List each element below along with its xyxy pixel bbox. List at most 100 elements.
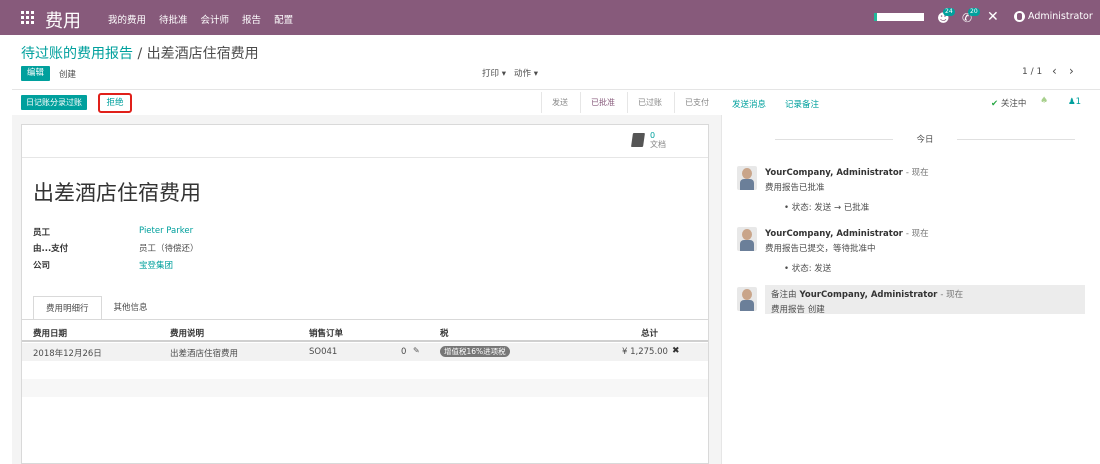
- empty-row: [22, 361, 708, 379]
- top-menu: 我的费用 待批准 会计师 报告 配置: [108, 12, 293, 26]
- menu-my-expenses[interactable]: 我的费用: [108, 12, 146, 26]
- date-separator: 今日: [765, 133, 1085, 145]
- cell-expense-date: 2018年12月26日: [33, 349, 102, 359]
- paid-by-label: 由...支付: [33, 244, 69, 254]
- breadcrumb: 待过账的费用报告 / 出差酒店住宿费用: [21, 43, 259, 63]
- app-brand[interactable]: 费用: [45, 7, 81, 33]
- stage-posted[interactable]: 已过账: [627, 92, 674, 113]
- apps-menu-icon[interactable]: [21, 11, 34, 24]
- activity-icon[interactable]: ✆ 20: [962, 8, 980, 25]
- chatter-actions: 发送消息 记录备注: [732, 98, 819, 110]
- pager-value[interactable]: 1 / 1: [1022, 67, 1042, 77]
- note-author: 备注由 YourCompany, Administrator - 现在: [771, 288, 963, 300]
- messages-icon[interactable]: ☻ 24: [937, 8, 955, 25]
- tab-expense-lines[interactable]: 费用明细行: [33, 296, 102, 320]
- breadcrumb-current: 出差酒店住宿费用: [146, 46, 259, 62]
- tax-tag: 增值税16%进项税: [440, 346, 510, 357]
- note-time: - 现在: [940, 290, 964, 300]
- message-time: - 现在: [905, 168, 929, 178]
- quick-search-bar[interactable]: [874, 13, 924, 21]
- status-bar: 发送 已批准 已过账 已支付: [541, 92, 721, 113]
- delete-row-icon[interactable]: ✖: [672, 346, 680, 356]
- stage-paid[interactable]: 已支付: [674, 92, 721, 113]
- book-icon: [631, 133, 645, 147]
- stage-approved[interactable]: 已批准: [580, 92, 627, 113]
- breadcrumb-separator: /: [137, 46, 143, 62]
- log-note-button[interactable]: 记录备注: [785, 98, 819, 110]
- note-prefix: 备注由: [771, 290, 797, 300]
- user-name: Administrator: [1028, 11, 1093, 22]
- print-dropdown[interactable]: 打印 ▾: [482, 67, 506, 79]
- followers-button[interactable]: ♟1: [1068, 97, 1081, 107]
- company-label: 公司: [33, 261, 51, 271]
- employee-label: 员工: [33, 228, 51, 238]
- stage-submitted[interactable]: 发送: [541, 92, 580, 113]
- cell-description: 出差酒店住宿费用: [170, 349, 239, 359]
- main-navbar: 费用 我的费用 待批准 会计师 报告 配置 ☻ 24 ✆ 20 ✕ Admini…: [0, 0, 1100, 35]
- column-total[interactable]: 总计: [641, 327, 658, 339]
- table-header-divider: [22, 340, 708, 342]
- column-description[interactable]: 费用说明: [170, 327, 204, 339]
- table-row[interactable]: [22, 343, 708, 361]
- paid-by-value: 员工（待偿还）: [139, 244, 199, 254]
- message-author: YourCompany, Administrator - 现在: [765, 166, 929, 178]
- bell-icon[interactable]: ♠: [1040, 96, 1048, 106]
- tracking-value: • 状态: 发送 → 已批准: [784, 203, 870, 213]
- column-sale-order[interactable]: 销售订单: [309, 327, 343, 339]
- message-author-name[interactable]: YourCompany, Administrator: [765, 168, 903, 178]
- note-body: 费用报告 创建: [771, 305, 825, 315]
- record-title: 出差酒店住宿费用: [33, 181, 201, 205]
- note-author-name[interactable]: YourCompany, Administrator: [799, 290, 937, 300]
- company-value[interactable]: 宝登集团: [139, 259, 173, 271]
- activity-count-badge: 20: [968, 8, 980, 16]
- following-button[interactable]: ✔ 关注中: [991, 97, 1026, 109]
- documents-count: 0: [650, 131, 656, 140]
- followers-count: 1: [1075, 97, 1082, 107]
- close-icon[interactable]: ✕: [987, 9, 999, 25]
- tab-other-info[interactable]: 其他信息: [102, 296, 160, 320]
- avatar[interactable]: [737, 166, 757, 190]
- menu-reporting[interactable]: 报告: [242, 12, 261, 26]
- cell-attachment-count: 0: [401, 347, 407, 357]
- check-icon: ✔: [991, 99, 999, 109]
- person-icon: ♟: [1068, 97, 1076, 107]
- messages-count-badge: 24: [943, 8, 955, 16]
- avatar[interactable]: [737, 227, 757, 251]
- cell-total: ¥ 1,275.00: [622, 347, 668, 357]
- action-dropdown[interactable]: 动作 ▾: [514, 67, 538, 79]
- edit-button[interactable]: 编辑: [21, 66, 50, 81]
- refuse-button[interactable]: 拒绝: [98, 93, 132, 113]
- message-body: 费用报告已批准: [765, 183, 825, 193]
- paperclip-icon[interactable]: ✎: [413, 346, 420, 355]
- empty-row: [22, 379, 708, 397]
- following-label: 关注中: [1000, 99, 1027, 109]
- message-author-name[interactable]: YourCompany, Administrator: [765, 229, 903, 239]
- tabs-divider: [22, 319, 708, 320]
- create-button[interactable]: 创建: [59, 68, 76, 80]
- tracking-value: • 状态: 发送: [784, 264, 832, 274]
- cell-sale-order: SO041: [309, 347, 338, 357]
- empty-row: [22, 397, 708, 415]
- employee-value[interactable]: Pieter Parker: [139, 226, 193, 236]
- message-body: 费用报告已提交，等待批准中: [765, 244, 876, 254]
- documents-label: 文档: [650, 140, 666, 149]
- breadcrumb-parent[interactable]: 待过账的费用报告: [21, 46, 133, 62]
- button-box-divider: [22, 157, 708, 158]
- column-expense-date[interactable]: 费用日期: [33, 327, 67, 339]
- control-panel-divider: [12, 89, 1100, 90]
- post-journal-entries-button[interactable]: 日记账分录过账: [21, 95, 87, 110]
- column-taxes[interactable]: 税: [440, 327, 449, 339]
- avatar[interactable]: [737, 287, 757, 311]
- menu-to-approve[interactable]: 待批准: [159, 12, 188, 26]
- menu-accountant[interactable]: 会计师: [201, 12, 230, 26]
- form-sheet: 0 文档 出差酒店住宿费用 员工 Pieter Parker 由...支付 员工…: [21, 124, 709, 464]
- user-menu[interactable]: Administrator: [1014, 11, 1093, 22]
- message-time: - 现在: [905, 229, 929, 239]
- documents-smart-button[interactable]: 0 文档: [631, 131, 666, 149]
- pager-previous-icon[interactable]: ‹: [1052, 64, 1057, 78]
- message-author: YourCompany, Administrator - 现在: [765, 227, 929, 239]
- pager-next-icon[interactable]: ›: [1069, 64, 1074, 78]
- menu-configuration[interactable]: 配置: [274, 12, 293, 26]
- notebook-tabs: 费用明细行 其他信息: [33, 296, 160, 320]
- send-message-button[interactable]: 发送消息: [732, 98, 766, 110]
